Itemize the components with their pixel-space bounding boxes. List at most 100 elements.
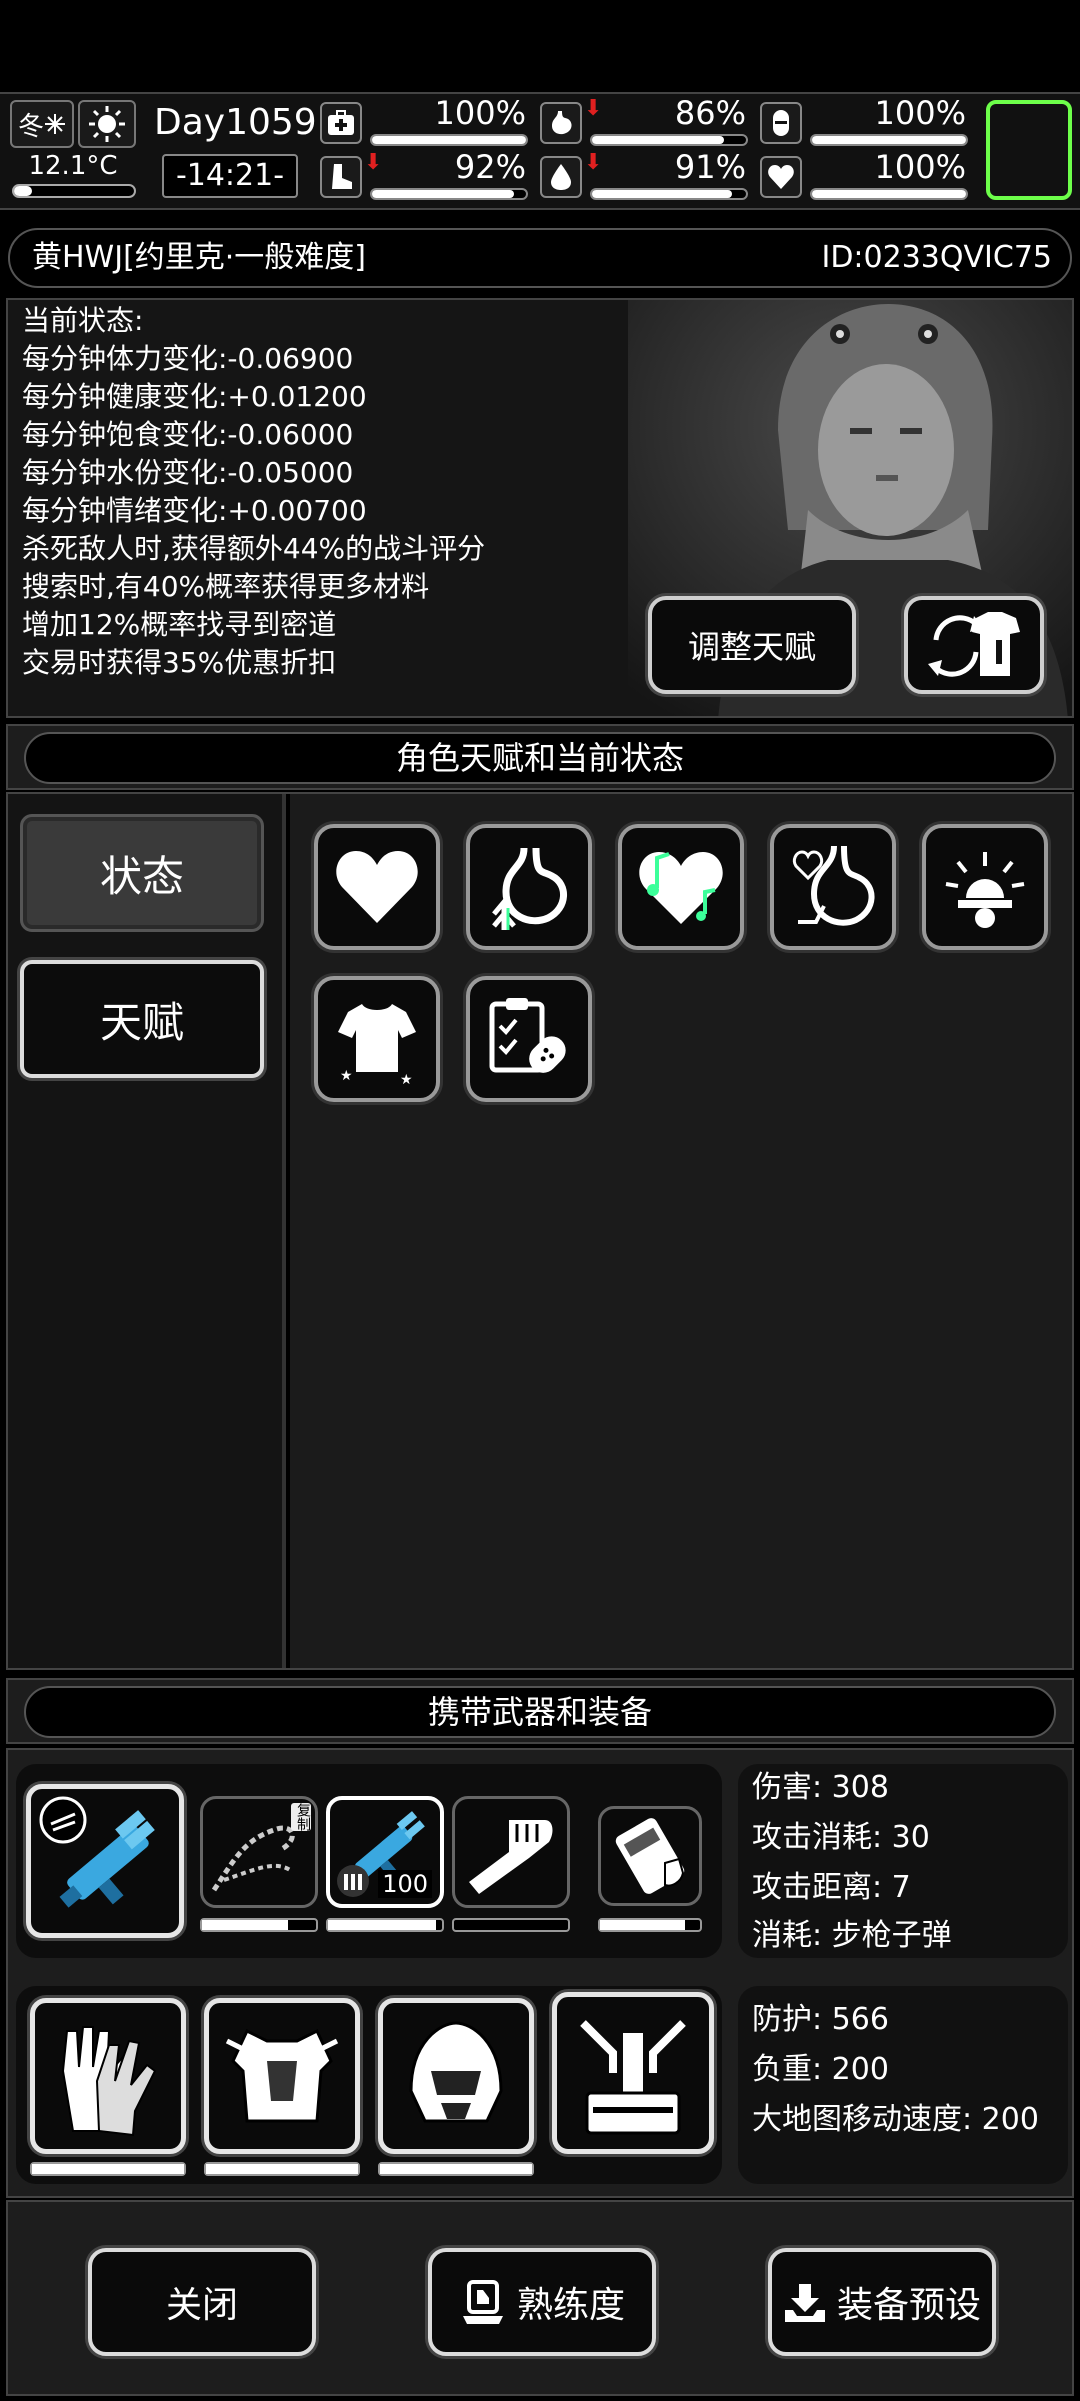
armor-slot-backpack[interactable] xyxy=(552,1992,714,2154)
status-title: 当前状态: xyxy=(22,304,144,337)
status-slot-love-stomach[interactable] xyxy=(770,824,896,950)
preset-label: 装备预设 xyxy=(836,2285,981,2326)
stat-value: 91% xyxy=(674,148,746,186)
heart-stomach-icon xyxy=(792,845,875,926)
stat-bar-fill xyxy=(372,136,526,144)
character-id: ID:0233QVIC75 xyxy=(821,240,1052,275)
decrease-arrow-icon: ⬇ xyxy=(364,150,383,175)
preset-download-icon xyxy=(784,2284,825,2322)
adjust-talent-button[interactable]: 调整天赋 xyxy=(648,596,856,694)
durability-bar xyxy=(200,1918,318,1932)
sun-icon xyxy=(89,106,125,142)
stat-value: 100% xyxy=(874,148,966,186)
heart-icon xyxy=(760,156,802,198)
status-slot-alarm[interactable] xyxy=(922,824,1048,950)
stat-bar-fill xyxy=(372,190,514,198)
weapon-info: 伤害: 308 攻击消耗: 30 攻击距离: 7 消耗: 步枪子弹 xyxy=(738,1764,1068,1958)
proficiency-label: 熟练度 xyxy=(516,2285,625,2326)
weapon-slots-row: 复制 100 xyxy=(16,1764,722,1958)
ammo-icon xyxy=(337,1865,369,1897)
capsule-icon xyxy=(760,102,802,144)
stat-stamina: ⬇ 92% xyxy=(320,148,532,202)
character-header: 黄HWJ[约里克·一般难度] ID:0233QVIC75 xyxy=(8,228,1072,288)
boot-icon xyxy=(320,156,362,198)
armor-defense: 防护: 566 xyxy=(752,2002,889,2037)
section-title: 角色天赋和当前状态 xyxy=(24,732,1056,784)
stat-value: 92% xyxy=(454,148,526,186)
game-clock: -14:21- xyxy=(162,154,298,198)
status-slot-medicine[interactable] xyxy=(466,976,592,1102)
durability-bar xyxy=(598,1918,702,1932)
heart-icon xyxy=(336,851,418,923)
shirt-icon: ★ ★ xyxy=(338,1004,416,1084)
status-slot-mood[interactable] xyxy=(618,824,744,950)
season-badge: 冬 xyxy=(10,100,74,148)
armor-slot-gloves[interactable] xyxy=(30,1998,186,2154)
weapon-slot-main[interactable] xyxy=(26,1784,184,1938)
equipment-preset-button[interactable]: 装备预设 xyxy=(768,2248,996,2356)
equipment-panel: 复制 100 伤害: 308 攻击消耗: 30 攻击距离: 7 消耗: 步枪子弹 xyxy=(6,1748,1074,2198)
durability-fill xyxy=(202,1920,288,1930)
weather-badge xyxy=(78,100,136,148)
character-name: 黄HWJ[约里克·一般难度] xyxy=(32,240,367,275)
chest-armor-icon xyxy=(225,2028,339,2123)
proficiency-button[interactable]: 熟练度 xyxy=(428,2248,656,2356)
stat-bar xyxy=(590,188,748,200)
stat-bar xyxy=(370,134,528,146)
status-slot-health[interactable] xyxy=(314,824,440,950)
temperature: 12.1°C xyxy=(28,151,118,181)
durability-fill xyxy=(32,2164,184,2174)
weapon-slot-4[interactable] xyxy=(452,1796,570,1908)
armor-slot-helmet[interactable] xyxy=(378,1998,534,2154)
weapon-damage: 伤害: 308 xyxy=(752,1770,889,1805)
day-counter: Day1059 xyxy=(154,102,317,143)
thermometer-bar xyxy=(12,184,136,198)
status-line: 每分钟饱食变化:-0.06000 xyxy=(22,418,354,451)
armor-slot-chest[interactable] xyxy=(204,1998,360,2154)
clipboard-pill-icon xyxy=(489,998,566,1073)
stat-bar xyxy=(810,188,968,200)
svg-text:★: ★ xyxy=(340,1068,353,1084)
tab-sidebar: 状态 天赋 xyxy=(8,794,286,1668)
medkit-icon xyxy=(320,102,362,144)
stat-bar xyxy=(590,134,748,146)
close-button[interactable]: 关闭 xyxy=(88,2248,316,2356)
stat-value: 100% xyxy=(434,94,526,132)
outfit-swap-icon xyxy=(928,612,1020,677)
status-line: 每分钟情绪变化:+0.00700 xyxy=(22,494,367,527)
stat-satiety: ⬇ 86% xyxy=(540,96,752,148)
durability-fill xyxy=(380,2164,532,2174)
backpack-frame-icon xyxy=(580,2020,686,2135)
quick-slot-button[interactable] xyxy=(986,100,1072,200)
durability-bar xyxy=(204,2162,360,2176)
status-line: 增加12%概率找寻到密道 xyxy=(22,608,337,641)
swap-outfit-button[interactable] xyxy=(904,596,1044,694)
tab-talent[interactable]: 天赋 xyxy=(20,960,264,1078)
stomach-arrow-icon xyxy=(492,847,567,930)
armor-info: 防护: 566 负重: 200 大地图移动速度: 200 xyxy=(738,1986,1068,2184)
armored-vest-icon xyxy=(615,1818,685,1894)
bottom-action-bar: 关闭 熟练度 装备预设 xyxy=(6,2200,1074,2396)
weapon-slot-5[interactable] xyxy=(598,1806,702,1906)
stat-water: ⬇ 91% xyxy=(540,148,752,202)
status-icon-grid: ★ ★ xyxy=(290,794,1072,1668)
status-line: 每分钟水份变化:-0.05000 xyxy=(22,456,354,489)
durability-fill xyxy=(600,1920,685,1930)
weapon-slot-3[interactable]: 100 xyxy=(326,1796,444,1908)
weapon-range: 攻击距离: 7 xyxy=(752,1870,911,1905)
status-line: 每分钟体力变化:-0.06900 xyxy=(22,342,354,375)
durability-fill xyxy=(206,2164,358,2174)
status-line: 每分钟健康变化:+0.01200 xyxy=(22,380,367,413)
equipment-section-header: 携带武器和装备 xyxy=(6,1678,1074,1744)
weapon-slot-2[interactable]: 复制 xyxy=(200,1796,318,1908)
section-title: 携带武器和装备 xyxy=(24,1686,1056,1738)
status-slot-satiety[interactable] xyxy=(466,824,592,950)
proficiency-icon xyxy=(462,2280,503,2324)
stat-bar xyxy=(810,134,968,146)
tab-status[interactable]: 状态 xyxy=(20,814,264,932)
stat-mood: 100% xyxy=(760,148,972,202)
status-slot-clothing[interactable]: ★ ★ xyxy=(314,976,440,1102)
stat-bar-fill xyxy=(812,190,966,198)
stat-bar-fill xyxy=(592,190,733,198)
weapon-ammo-type: 消耗: 步枪子弹 xyxy=(752,1918,952,1953)
